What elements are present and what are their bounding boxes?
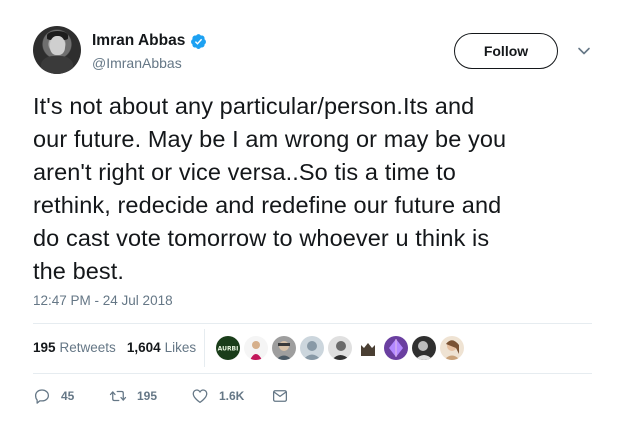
liker-avatar[interactable]	[272, 336, 296, 360]
likes-count: 1,604	[126, 340, 161, 355]
tweet-text: It's not about any particular/person.Its…	[33, 90, 593, 288]
likes-stat[interactable]: 1,604 Likes	[127, 340, 196, 355]
retweet-icon	[109, 390, 127, 402]
liker-avatar[interactable]	[356, 336, 380, 360]
liker-avatar[interactable]	[244, 336, 268, 360]
tweet-text-line: do cast vote tomorrow to whoever u think…	[33, 225, 490, 251]
retweet-action[interactable]: 195	[109, 387, 191, 405]
direct-message-action[interactable]	[271, 387, 289, 405]
author-name-row[interactable]: Imran Abbas	[92, 30, 207, 52]
verified-badge-icon	[191, 33, 207, 49]
retweets-count: 195	[33, 340, 56, 355]
tweet-text-line: the best.	[33, 258, 125, 284]
message-icon	[272, 390, 288, 402]
tweet-stats: 195 Retweets 1,604 Likes	[33, 340, 196, 355]
like-count: 1.6K	[219, 389, 245, 403]
liker-avatar[interactable]	[328, 336, 352, 360]
stats-separator	[204, 329, 205, 367]
divider	[33, 323, 592, 324]
tweet-timestamp[interactable]: 12:47 PM - 24 Jul 2018	[33, 293, 173, 308]
liker-avatar[interactable]: AURBI	[216, 336, 240, 360]
liker-avatar[interactable]	[384, 336, 408, 360]
svg-text:AURBI: AURBI	[218, 346, 239, 353]
tweet-card: Imran Abbas @ImranAbbas Follow It's not …	[0, 0, 623, 428]
liker-avatar[interactable]	[440, 336, 464, 360]
like-action[interactable]: 1.6K	[191, 387, 271, 405]
reply-action[interactable]: 45	[33, 387, 109, 405]
reply-count: 45	[61, 389, 75, 403]
liker-avatar[interactable]	[412, 336, 436, 360]
author-handle[interactable]: @ImranAbbas	[92, 55, 182, 71]
liker-avatars: AURBI	[216, 336, 468, 360]
tweet-text-line: aren't right or vice versa..So tis a tim…	[33, 159, 456, 185]
heart-icon	[192, 389, 208, 404]
retweets-label: Retweets	[59, 340, 116, 355]
avatar[interactable]	[33, 26, 81, 74]
tweet-actions: 45 195 1.6K	[33, 386, 289, 406]
liker-avatar[interactable]	[300, 336, 324, 360]
tweet-text-line: It's not about any particular/person.Its…	[33, 93, 475, 119]
tweet-text-line: our future. May be I am wrong or may be …	[33, 126, 507, 152]
follow-button[interactable]: Follow	[454, 33, 558, 69]
aurbi-logo-icon: AURBI	[218, 346, 239, 353]
reply-icon	[34, 389, 50, 404]
divider	[33, 373, 592, 374]
tweet-text-line: rethink, redecide and redefine our futur…	[33, 192, 502, 218]
likes-label: Likes	[164, 340, 197, 355]
chevron-down-icon[interactable]	[577, 44, 591, 58]
author-display-name[interactable]: Imran Abbas	[92, 32, 185, 50]
retweet-count: 195	[137, 389, 158, 403]
retweets-stat[interactable]: 195 Retweets	[33, 340, 116, 355]
